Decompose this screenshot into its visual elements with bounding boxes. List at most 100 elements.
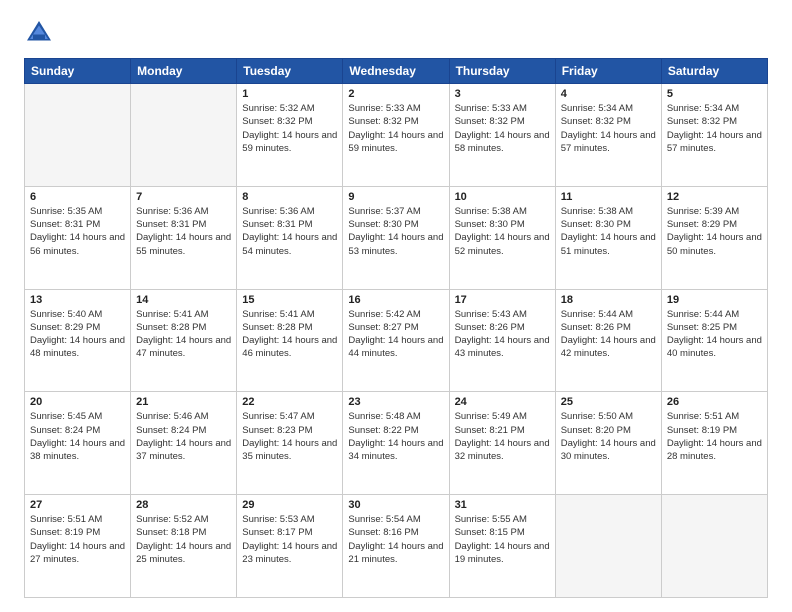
calendar-cell: 3 Sunrise: 5:33 AMSunset: 8:32 PMDayligh… [449, 84, 555, 187]
calendar-cell: 20 Sunrise: 5:45 AMSunset: 8:24 PMDaylig… [25, 392, 131, 495]
calendar-cell: 8 Sunrise: 5:36 AMSunset: 8:31 PMDayligh… [237, 186, 343, 289]
cell-details: Sunrise: 5:36 AMSunset: 8:31 PMDaylight:… [136, 206, 231, 257]
calendar-cell: 9 Sunrise: 5:37 AMSunset: 8:30 PMDayligh… [343, 186, 449, 289]
logo [24, 18, 58, 48]
day-header-sunday: Sunday [25, 59, 131, 84]
calendar-cell: 1 Sunrise: 5:32 AMSunset: 8:32 PMDayligh… [237, 84, 343, 187]
day-number: 13 [30, 294, 125, 306]
day-number: 22 [242, 396, 337, 408]
cell-details: Sunrise: 5:34 AMSunset: 8:32 PMDaylight:… [561, 103, 656, 154]
cell-details: Sunrise: 5:39 AMSunset: 8:29 PMDaylight:… [667, 206, 762, 257]
week-row-2: 6 Sunrise: 5:35 AMSunset: 8:31 PMDayligh… [25, 186, 768, 289]
day-number: 4 [561, 88, 656, 100]
day-header-monday: Monday [131, 59, 237, 84]
cell-details: Sunrise: 5:45 AMSunset: 8:24 PMDaylight:… [30, 411, 125, 462]
cell-details: Sunrise: 5:33 AMSunset: 8:32 PMDaylight:… [455, 103, 550, 154]
cell-details: Sunrise: 5:34 AMSunset: 8:32 PMDaylight:… [667, 103, 762, 154]
day-number: 7 [136, 191, 231, 203]
cell-details: Sunrise: 5:37 AMSunset: 8:30 PMDaylight:… [348, 206, 443, 257]
calendar-cell: 6 Sunrise: 5:35 AMSunset: 8:31 PMDayligh… [25, 186, 131, 289]
calendar-cell: 15 Sunrise: 5:41 AMSunset: 8:28 PMDaylig… [237, 289, 343, 392]
day-number: 31 [455, 499, 550, 511]
cell-details: Sunrise: 5:41 AMSunset: 8:28 PMDaylight:… [136, 309, 231, 360]
day-header-thursday: Thursday [449, 59, 555, 84]
day-number: 23 [348, 396, 443, 408]
day-number: 14 [136, 294, 231, 306]
calendar-cell [25, 84, 131, 187]
day-number: 26 [667, 396, 762, 408]
day-number: 29 [242, 499, 337, 511]
day-number: 24 [455, 396, 550, 408]
cell-details: Sunrise: 5:53 AMSunset: 8:17 PMDaylight:… [242, 514, 337, 565]
day-number: 11 [561, 191, 656, 203]
cell-details: Sunrise: 5:50 AMSunset: 8:20 PMDaylight:… [561, 411, 656, 462]
day-number: 10 [455, 191, 550, 203]
cell-details: Sunrise: 5:48 AMSunset: 8:22 PMDaylight:… [348, 411, 443, 462]
day-number: 21 [136, 396, 231, 408]
day-number: 3 [455, 88, 550, 100]
day-number: 20 [30, 396, 125, 408]
cell-details: Sunrise: 5:44 AMSunset: 8:25 PMDaylight:… [667, 309, 762, 360]
calendar-cell: 13 Sunrise: 5:40 AMSunset: 8:29 PMDaylig… [25, 289, 131, 392]
cell-details: Sunrise: 5:36 AMSunset: 8:31 PMDaylight:… [242, 206, 337, 257]
header-row: SundayMondayTuesdayWednesdayThursdayFrid… [25, 59, 768, 84]
cell-details: Sunrise: 5:52 AMSunset: 8:18 PMDaylight:… [136, 514, 231, 565]
cell-details: Sunrise: 5:40 AMSunset: 8:29 PMDaylight:… [30, 309, 125, 360]
week-row-5: 27 Sunrise: 5:51 AMSunset: 8:19 PMDaylig… [25, 495, 768, 598]
cell-details: Sunrise: 5:49 AMSunset: 8:21 PMDaylight:… [455, 411, 550, 462]
calendar-cell: 26 Sunrise: 5:51 AMSunset: 8:19 PMDaylig… [661, 392, 767, 495]
cell-details: Sunrise: 5:32 AMSunset: 8:32 PMDaylight:… [242, 103, 337, 154]
day-header-saturday: Saturday [661, 59, 767, 84]
cell-details: Sunrise: 5:51 AMSunset: 8:19 PMDaylight:… [667, 411, 762, 462]
calendar-cell: 17 Sunrise: 5:43 AMSunset: 8:26 PMDaylig… [449, 289, 555, 392]
calendar-cell: 5 Sunrise: 5:34 AMSunset: 8:32 PMDayligh… [661, 84, 767, 187]
cell-details: Sunrise: 5:54 AMSunset: 8:16 PMDaylight:… [348, 514, 443, 565]
calendar-cell: 4 Sunrise: 5:34 AMSunset: 8:32 PMDayligh… [555, 84, 661, 187]
cell-details: Sunrise: 5:44 AMSunset: 8:26 PMDaylight:… [561, 309, 656, 360]
page: SundayMondayTuesdayWednesdayThursdayFrid… [0, 0, 792, 612]
day-number: 12 [667, 191, 762, 203]
calendar-cell: 14 Sunrise: 5:41 AMSunset: 8:28 PMDaylig… [131, 289, 237, 392]
day-number: 9 [348, 191, 443, 203]
calendar-cell: 30 Sunrise: 5:54 AMSunset: 8:16 PMDaylig… [343, 495, 449, 598]
cell-details: Sunrise: 5:47 AMSunset: 8:23 PMDaylight:… [242, 411, 337, 462]
calendar-cell: 2 Sunrise: 5:33 AMSunset: 8:32 PMDayligh… [343, 84, 449, 187]
calendar-cell: 16 Sunrise: 5:42 AMSunset: 8:27 PMDaylig… [343, 289, 449, 392]
cell-details: Sunrise: 5:51 AMSunset: 8:19 PMDaylight:… [30, 514, 125, 565]
day-header-tuesday: Tuesday [237, 59, 343, 84]
day-number: 30 [348, 499, 443, 511]
day-number: 2 [348, 88, 443, 100]
calendar-cell: 21 Sunrise: 5:46 AMSunset: 8:24 PMDaylig… [131, 392, 237, 495]
calendar-cell [555, 495, 661, 598]
day-number: 28 [136, 499, 231, 511]
cell-details: Sunrise: 5:41 AMSunset: 8:28 PMDaylight:… [242, 309, 337, 360]
calendar-cell [661, 495, 767, 598]
calendar-cell: 24 Sunrise: 5:49 AMSunset: 8:21 PMDaylig… [449, 392, 555, 495]
calendar-cell: 11 Sunrise: 5:38 AMSunset: 8:30 PMDaylig… [555, 186, 661, 289]
calendar-cell: 25 Sunrise: 5:50 AMSunset: 8:20 PMDaylig… [555, 392, 661, 495]
day-header-wednesday: Wednesday [343, 59, 449, 84]
calendar-cell [131, 84, 237, 187]
day-number: 17 [455, 294, 550, 306]
calendar-cell: 29 Sunrise: 5:53 AMSunset: 8:17 PMDaylig… [237, 495, 343, 598]
calendar-cell: 12 Sunrise: 5:39 AMSunset: 8:29 PMDaylig… [661, 186, 767, 289]
cell-details: Sunrise: 5:55 AMSunset: 8:15 PMDaylight:… [455, 514, 550, 565]
calendar-cell: 18 Sunrise: 5:44 AMSunset: 8:26 PMDaylig… [555, 289, 661, 392]
day-number: 16 [348, 294, 443, 306]
day-number: 18 [561, 294, 656, 306]
calendar-cell: 28 Sunrise: 5:52 AMSunset: 8:18 PMDaylig… [131, 495, 237, 598]
calendar-cell: 27 Sunrise: 5:51 AMSunset: 8:19 PMDaylig… [25, 495, 131, 598]
day-number: 25 [561, 396, 656, 408]
day-number: 15 [242, 294, 337, 306]
week-row-4: 20 Sunrise: 5:45 AMSunset: 8:24 PMDaylig… [25, 392, 768, 495]
day-number: 8 [242, 191, 337, 203]
calendar-cell: 10 Sunrise: 5:38 AMSunset: 8:30 PMDaylig… [449, 186, 555, 289]
calendar-cell: 7 Sunrise: 5:36 AMSunset: 8:31 PMDayligh… [131, 186, 237, 289]
day-number: 1 [242, 88, 337, 100]
cell-details: Sunrise: 5:35 AMSunset: 8:31 PMDaylight:… [30, 206, 125, 257]
day-number: 27 [30, 499, 125, 511]
cell-details: Sunrise: 5:46 AMSunset: 8:24 PMDaylight:… [136, 411, 231, 462]
header [24, 18, 768, 48]
week-row-1: 1 Sunrise: 5:32 AMSunset: 8:32 PMDayligh… [25, 84, 768, 187]
cell-details: Sunrise: 5:38 AMSunset: 8:30 PMDaylight:… [455, 206, 550, 257]
